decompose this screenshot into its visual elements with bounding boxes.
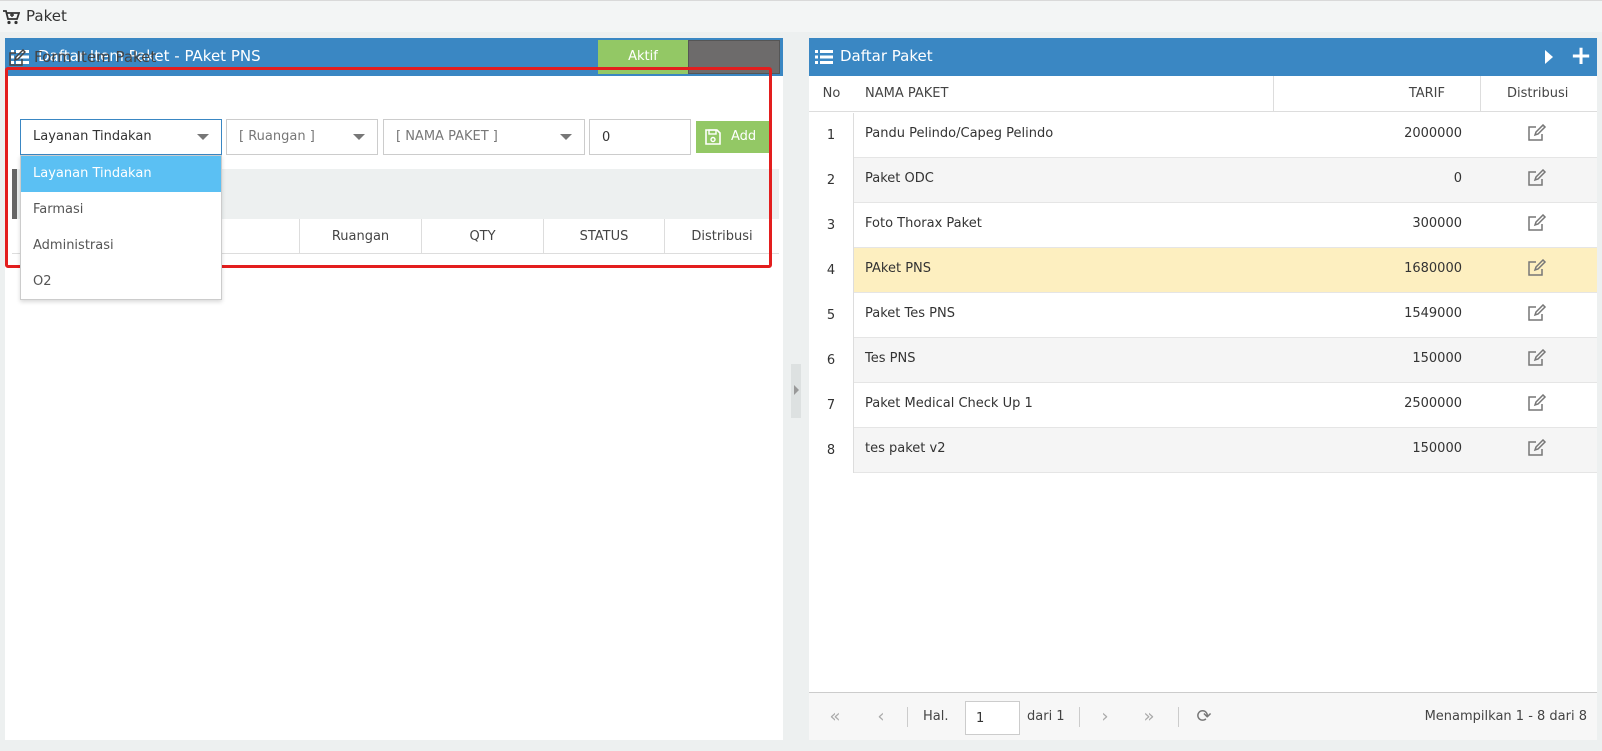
- expand-arrow-icon[interactable]: [1545, 50, 1553, 64]
- row-tarif: 150000: [1412, 441, 1462, 456]
- row-number: 6: [809, 338, 854, 383]
- row-number: 2: [809, 158, 854, 203]
- row-number: 1: [809, 113, 854, 158]
- table-row[interactable]: 1 Pandu Pelindo/Capeg Pelindo 2000000: [809, 113, 1597, 158]
- row-nama-paket: Paket ODC: [865, 171, 934, 186]
- edit-icon[interactable]: [1527, 214, 1547, 232]
- column-nama-paket[interactable]: NAMA PAKET: [865, 76, 948, 112]
- row-nama-paket: Pandu Pelindo/Capeg Pelindo: [865, 126, 1054, 141]
- page-number-input[interactable]: [965, 701, 1020, 735]
- row-number: 3: [809, 203, 854, 248]
- pagination-info: Menampilkan 1 - 8 dari 8: [1424, 709, 1587, 724]
- panel-splitter[interactable]: [791, 364, 801, 418]
- edit-icon[interactable]: [1527, 304, 1547, 322]
- edit-icon[interactable]: [1527, 439, 1547, 457]
- row-number: 7: [809, 383, 854, 428]
- last-page-button[interactable]: »: [1139, 707, 1159, 727]
- row-tarif: 2500000: [1404, 396, 1462, 411]
- table-row[interactable]: 8 tes paket v2 150000: [809, 428, 1597, 473]
- edit-icon[interactable]: [1527, 259, 1547, 277]
- table-row[interactable]: 3 Foto Thorax Paket 300000: [809, 203, 1597, 248]
- jenis-dropdown-list: Layanan Tindakan Farmasi Administrasi O2: [20, 155, 222, 300]
- pager-divider: [1178, 707, 1179, 727]
- row-tarif: 300000: [1412, 216, 1462, 231]
- edit-icon[interactable]: [1527, 394, 1547, 412]
- table-row[interactable]: 6 Tes PNS 150000: [809, 338, 1597, 383]
- dropdown-option-farmasi[interactable]: Farmasi: [21, 192, 221, 228]
- dropdown-option-administrasi[interactable]: Administrasi: [21, 228, 221, 264]
- daftar-paket-title: Daftar Paket: [840, 47, 933, 65]
- row-nama-paket: PAket PNS: [865, 261, 932, 276]
- row-tarif: 1680000: [1404, 261, 1462, 276]
- page-header: Paket: [0, 0, 1602, 32]
- edit-icon[interactable]: [1527, 349, 1547, 367]
- row-nama-paket: Paket Medical Check Up 1: [865, 396, 1033, 411]
- pager-divider: [907, 707, 908, 727]
- cart-icon: [3, 10, 20, 25]
- page-title: Paket: [26, 7, 67, 25]
- table-row[interactable]: 7 Paket Medical Check Up 1 2500000: [809, 383, 1597, 428]
- collapse-arrow-icon: [794, 385, 799, 395]
- pager-divider: [1079, 707, 1080, 727]
- column-tarif[interactable]: TARIF: [1409, 76, 1445, 112]
- row-tarif: 2000000: [1404, 126, 1462, 141]
- row-nama-paket: Tes PNS: [865, 351, 916, 366]
- page-label: Hal.: [923, 709, 949, 724]
- daftar-paket-panel-header: Daftar Paket +: [809, 38, 1597, 76]
- row-tarif: 0: [1453, 171, 1462, 186]
- table-row[interactable]: 5 Paket Tes PNS 1549000: [809, 293, 1597, 338]
- row-number: 4: [809, 248, 854, 293]
- next-page-button[interactable]: ›: [1095, 707, 1115, 727]
- pagination-bar: « ‹ Hal. dari 1 › » ⟳ Menampilkan 1 - 8 …: [809, 692, 1597, 740]
- table-row[interactable]: 4 PAket PNS 1680000: [809, 248, 1597, 293]
- column-divider: [1273, 76, 1274, 112]
- page-count-label: dari 1: [1027, 709, 1065, 724]
- row-nama-paket: Foto Thorax Paket: [865, 216, 982, 231]
- paket-table-header: No NAMA PAKET TARIF Distribusi: [809, 76, 1597, 112]
- row-number: 5: [809, 293, 854, 338]
- column-no[interactable]: No: [809, 76, 854, 112]
- row-tarif: 1549000: [1404, 306, 1462, 321]
- row-nama-paket: tes paket v2: [865, 441, 946, 456]
- daftar-paket-panel: Daftar Paket + No NAMA PAKET TARIF Distr…: [809, 38, 1597, 740]
- row-nama-paket: Paket Tes PNS: [865, 306, 955, 321]
- table-row[interactable]: 2 Paket ODC 0: [809, 158, 1597, 203]
- dropdown-option-layanan-tindakan[interactable]: Layanan Tindakan: [21, 156, 221, 192]
- prev-page-button[interactable]: ‹: [871, 707, 891, 727]
- row-number: 8: [809, 428, 854, 473]
- edit-icon: [9, 49, 26, 66]
- list-icon: [815, 50, 833, 64]
- row-tarif: 150000: [1412, 351, 1462, 366]
- add-paket-button[interactable]: +: [1569, 42, 1593, 70]
- refresh-icon[interactable]: ⟳: [1194, 707, 1214, 727]
- edit-icon[interactable]: [1527, 124, 1547, 142]
- column-distribusi[interactable]: Distribusi: [1507, 76, 1568, 112]
- column-divider: [1480, 76, 1481, 112]
- dropdown-option-o2[interactable]: O2: [21, 264, 221, 300]
- first-page-button[interactable]: «: [825, 707, 845, 727]
- edit-icon[interactable]: [1527, 169, 1547, 187]
